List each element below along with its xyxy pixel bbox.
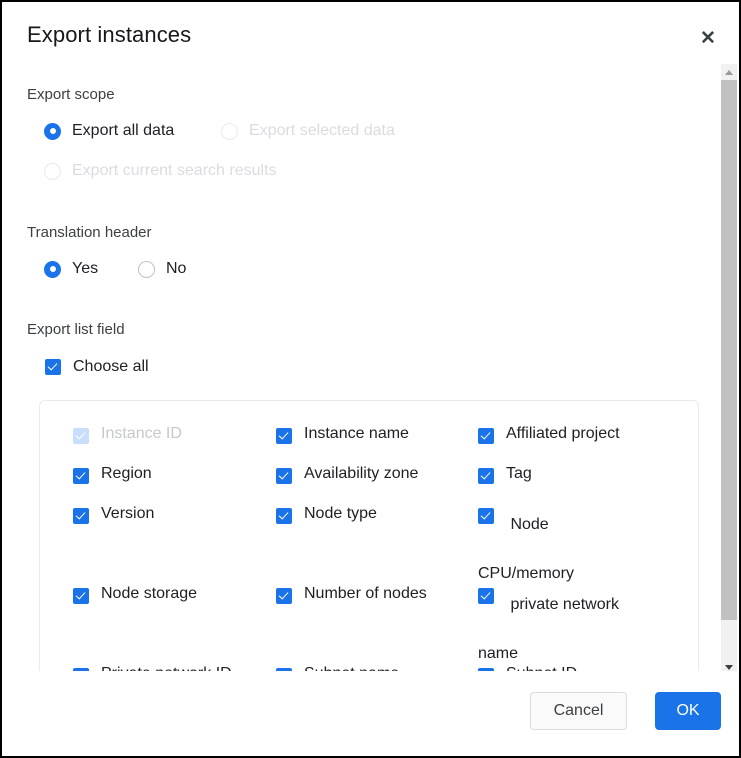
radio-translation-yes[interactable]: Yes [44,260,98,278]
cancel-button[interactable]: Cancel [530,692,627,730]
export-instances-dialog: Export instances ✕ Export scope Export a… [0,0,741,758]
translation-header-label: Translation header [27,224,152,241]
checkbox-label-node-type: Node type [304,505,377,522]
scroll-up-arrow-icon[interactable] [721,64,737,80]
checkbox-field-node-type[interactable]: Node type [276,505,456,534]
checkbox-indicator-tag [478,468,494,484]
checkbox-label-private-network-name: private network [510,596,619,613]
checkbox-indicator-private-network-name [478,588,494,604]
checkbox-field-tag[interactable]: Tag [478,465,658,494]
radio-label-translation-no: No [166,260,187,277]
scrollbar-thumb[interactable] [721,80,737,620]
checkbox-field-node-cpu-memory[interactable]: Node CPU/memory [478,505,663,583]
checkbox-field-instance-id: Instance ID [73,425,253,454]
checkbox-field-private-network-name[interactable]: private network name [478,585,663,663]
radio-export-selected-data: Export selected data [221,122,395,140]
checkbox-indicator-region [73,468,89,484]
checkbox-indicator-choose-all [45,359,61,375]
ok-button[interactable]: OK [655,692,721,730]
checkbox-field-version[interactable]: Version [73,505,253,534]
checkbox-field-instance-name[interactable]: Instance name [276,425,456,454]
checkbox-indicator-node-storage [73,588,89,604]
checkbox-label-choose-all: Choose all [73,358,149,375]
radio-label-translation-yes: Yes [72,260,99,277]
checkbox-label-node-cpu-memory-line2: CPU/memory [478,565,575,582]
checkbox-indicator-node-type [276,508,292,524]
checkbox-field-affiliated-project[interactable]: Affiliated project [478,425,658,454]
radio-indicator-translation-no [138,260,155,278]
radio-export-all-data[interactable]: Export all data [44,122,174,140]
radio-translation-no[interactable]: No [138,260,186,278]
close-icon[interactable]: ✕ [695,25,721,51]
radio-indicator-export-current-search-results [44,162,61,180]
checkbox-label-tag: Tag [506,465,532,482]
checkbox-field-node-storage[interactable]: Node storage [73,585,253,614]
export-list-field-label: Export list field [27,321,125,338]
checkbox-label-instance-name: Instance name [304,425,409,442]
checkbox-indicator-availability-zone [276,468,292,484]
checkbox-field-availability-zone[interactable]: Availability zone [276,465,456,494]
page-title: Export instances [27,22,192,47]
checkbox-indicator-version [73,508,89,524]
checkbox-label-node-cpu-memory: Node [510,516,549,533]
checkbox-indicator-instance-id [73,428,89,444]
radio-indicator-export-all-data [44,122,61,140]
vertical-scrollbar[interactable] [721,64,737,675]
radio-label-export-selected-data: Export selected data [249,122,395,139]
dialog-body-scroll-area: Export scope Export all data Export sele… [2,64,725,675]
checkbox-label-number-of-nodes: Number of nodes [304,585,427,602]
dialog-footer: Cancel OK [2,671,739,756]
radio-label-export-current-search-results: Export current search results [72,162,277,179]
radio-indicator-export-selected-data [221,122,238,140]
checkbox-field-region[interactable]: Region [73,465,253,494]
checkbox-label-node-storage: Node storage [101,585,198,602]
dialog-header: Export instances ✕ [2,2,739,64]
checkbox-label-availability-zone: Availability zone [304,465,419,482]
checkbox-indicator-node-cpu-memory [478,508,494,524]
export-field-list-box: Instance ID Instance name Affiliated pro… [39,400,699,675]
export-scope-label: Export scope [27,86,115,103]
checkbox-label-instance-id: Instance ID [101,425,182,442]
checkbox-label-region: Region [101,465,152,482]
checkbox-choose-all[interactable]: Choose all [45,358,149,376]
radio-indicator-translation-yes [44,260,61,278]
checkbox-label-version: Version [101,505,155,522]
checkbox-indicator-instance-name [276,428,292,444]
radio-export-current-search-results: Export current search results [44,162,277,180]
radio-label-export-all-data: Export all data [72,122,175,139]
checkbox-indicator-number-of-nodes [276,588,292,604]
checkbox-label-affiliated-project: Affiliated project [506,425,620,442]
checkbox-field-number-of-nodes[interactable]: Number of nodes [276,585,456,614]
checkbox-indicator-affiliated-project [478,428,494,444]
